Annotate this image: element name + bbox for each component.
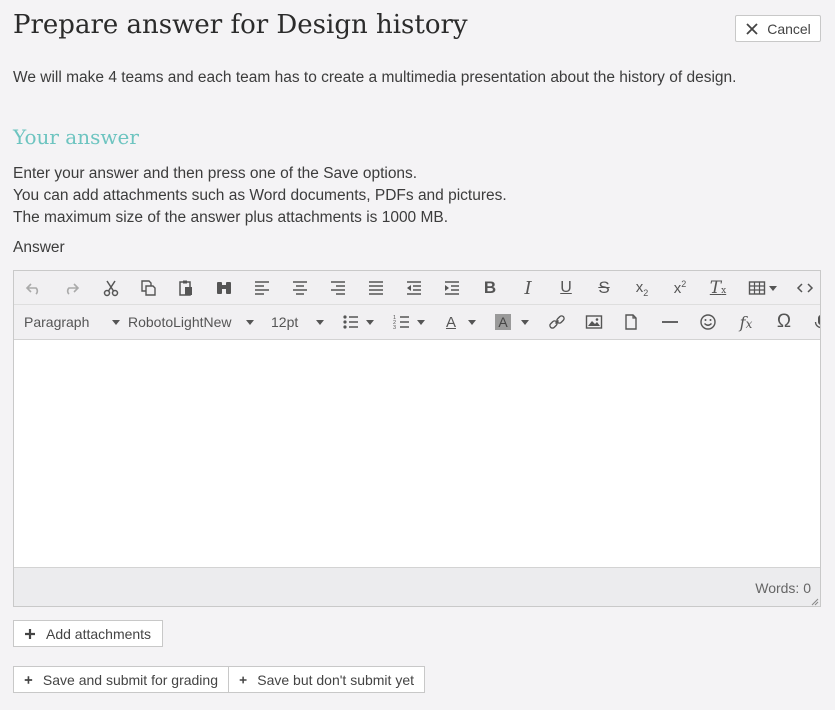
resize-handle-icon[interactable] xyxy=(810,597,819,606)
text-color-icon[interactable]: A xyxy=(439,305,483,339)
save-and-submit-button[interactable]: Save and submit for grading xyxy=(13,666,229,693)
underline-icon[interactable]: U xyxy=(551,271,581,305)
superscript-icon[interactable]: x2 xyxy=(665,271,695,305)
outdent-icon[interactable] xyxy=(399,271,429,305)
find-replace-icon[interactable] xyxy=(209,271,239,305)
source-code-icon[interactable] xyxy=(790,271,820,305)
undo-icon[interactable] xyxy=(19,271,49,305)
your-answer-heading: Your answer xyxy=(13,125,139,149)
rich-text-editor: B I U S x2 x2 Tx Paragraph RobotoLightNe… xyxy=(13,270,821,607)
answer-text-area[interactable] xyxy=(14,340,820,567)
align-center-icon[interactable] xyxy=(285,271,315,305)
close-icon xyxy=(746,22,758,35)
image-icon[interactable] xyxy=(579,305,609,339)
italic-icon[interactable]: I xyxy=(513,271,543,305)
copy-icon[interactable] xyxy=(133,271,163,305)
align-justify-icon[interactable] xyxy=(361,271,391,305)
font-family-value: RobotoLightNew xyxy=(128,314,232,330)
block-format-select[interactable]: Paragraph xyxy=(24,305,120,339)
subscript-icon[interactable]: x2 xyxy=(627,271,657,305)
instruction-line: Enter your answer and then press one of … xyxy=(13,165,418,182)
table-icon[interactable] xyxy=(741,271,783,305)
instruction-line: You can add attachments such as Word doc… xyxy=(13,187,507,204)
bold-icon[interactable]: B xyxy=(475,271,505,305)
assignment-description: We will make 4 teams and each team has t… xyxy=(13,69,737,86)
document-icon[interactable] xyxy=(616,305,646,339)
add-attachments-label: Add attachments xyxy=(46,625,152,642)
cancel-button[interactable]: Cancel xyxy=(735,15,821,42)
align-left-icon[interactable] xyxy=(247,271,277,305)
strikethrough-icon[interactable]: S xyxy=(589,271,619,305)
cut-icon[interactable] xyxy=(96,271,126,305)
font-size-value: 12pt xyxy=(271,314,299,330)
formula-icon[interactable]: fx xyxy=(731,305,761,339)
background-color-icon[interactable]: A xyxy=(490,305,534,339)
special-character-icon[interactable]: Ω xyxy=(769,305,799,339)
plus-icon xyxy=(239,676,247,683)
plus-icon xyxy=(24,675,33,684)
microphone-icon[interactable] xyxy=(806,305,820,339)
paste-icon[interactable] xyxy=(171,271,201,305)
chevron-down-icon xyxy=(316,320,324,325)
toolbar-row-2: Paragraph RobotoLightNew 12pt 123 A A fx… xyxy=(14,305,820,339)
word-count: Words: 0 xyxy=(755,580,811,596)
redo-icon[interactable] xyxy=(56,271,86,305)
instruction-line: The maximum size of the answer plus atta… xyxy=(13,209,449,226)
chevron-down-icon xyxy=(112,320,120,325)
link-icon[interactable] xyxy=(542,305,572,339)
add-attachments-button[interactable]: Add attachments xyxy=(13,620,163,647)
answer-instructions: Enter your answer and then press one of … xyxy=(13,163,507,229)
font-family-select[interactable]: RobotoLightNew xyxy=(128,305,258,339)
plus-icon xyxy=(25,628,35,639)
block-format-value: Paragraph xyxy=(24,314,90,330)
save-no-submit-button[interactable]: Save but don't submit yet xyxy=(228,666,425,693)
horizontal-rule-icon[interactable] xyxy=(655,305,685,339)
toolbar-row-1: B I U S x2 x2 Tx xyxy=(14,271,820,305)
editor-toolbar: B I U S x2 x2 Tx Paragraph RobotoLightNe… xyxy=(14,271,820,340)
save-no-submit-label: Save but don't submit yet xyxy=(257,671,414,688)
clear-formatting-icon[interactable]: Tx xyxy=(703,271,733,305)
font-size-select[interactable]: 12pt xyxy=(271,305,331,339)
numbered-list-icon[interactable]: 123 xyxy=(387,305,431,339)
align-right-icon[interactable] xyxy=(323,271,353,305)
editor-statusbar: Words: 0 xyxy=(14,567,820,606)
bullet-list-icon[interactable] xyxy=(336,305,380,339)
chevron-down-icon xyxy=(246,320,254,325)
svg-text:3: 3 xyxy=(393,325,396,331)
indent-icon[interactable] xyxy=(437,271,467,305)
save-and-submit-label: Save and submit for grading xyxy=(42,671,218,688)
emoticon-icon[interactable] xyxy=(693,305,723,339)
cancel-label: Cancel xyxy=(767,20,811,37)
page-title: Prepare answer for Design history xyxy=(13,10,468,40)
answer-label: Answer xyxy=(13,239,65,256)
